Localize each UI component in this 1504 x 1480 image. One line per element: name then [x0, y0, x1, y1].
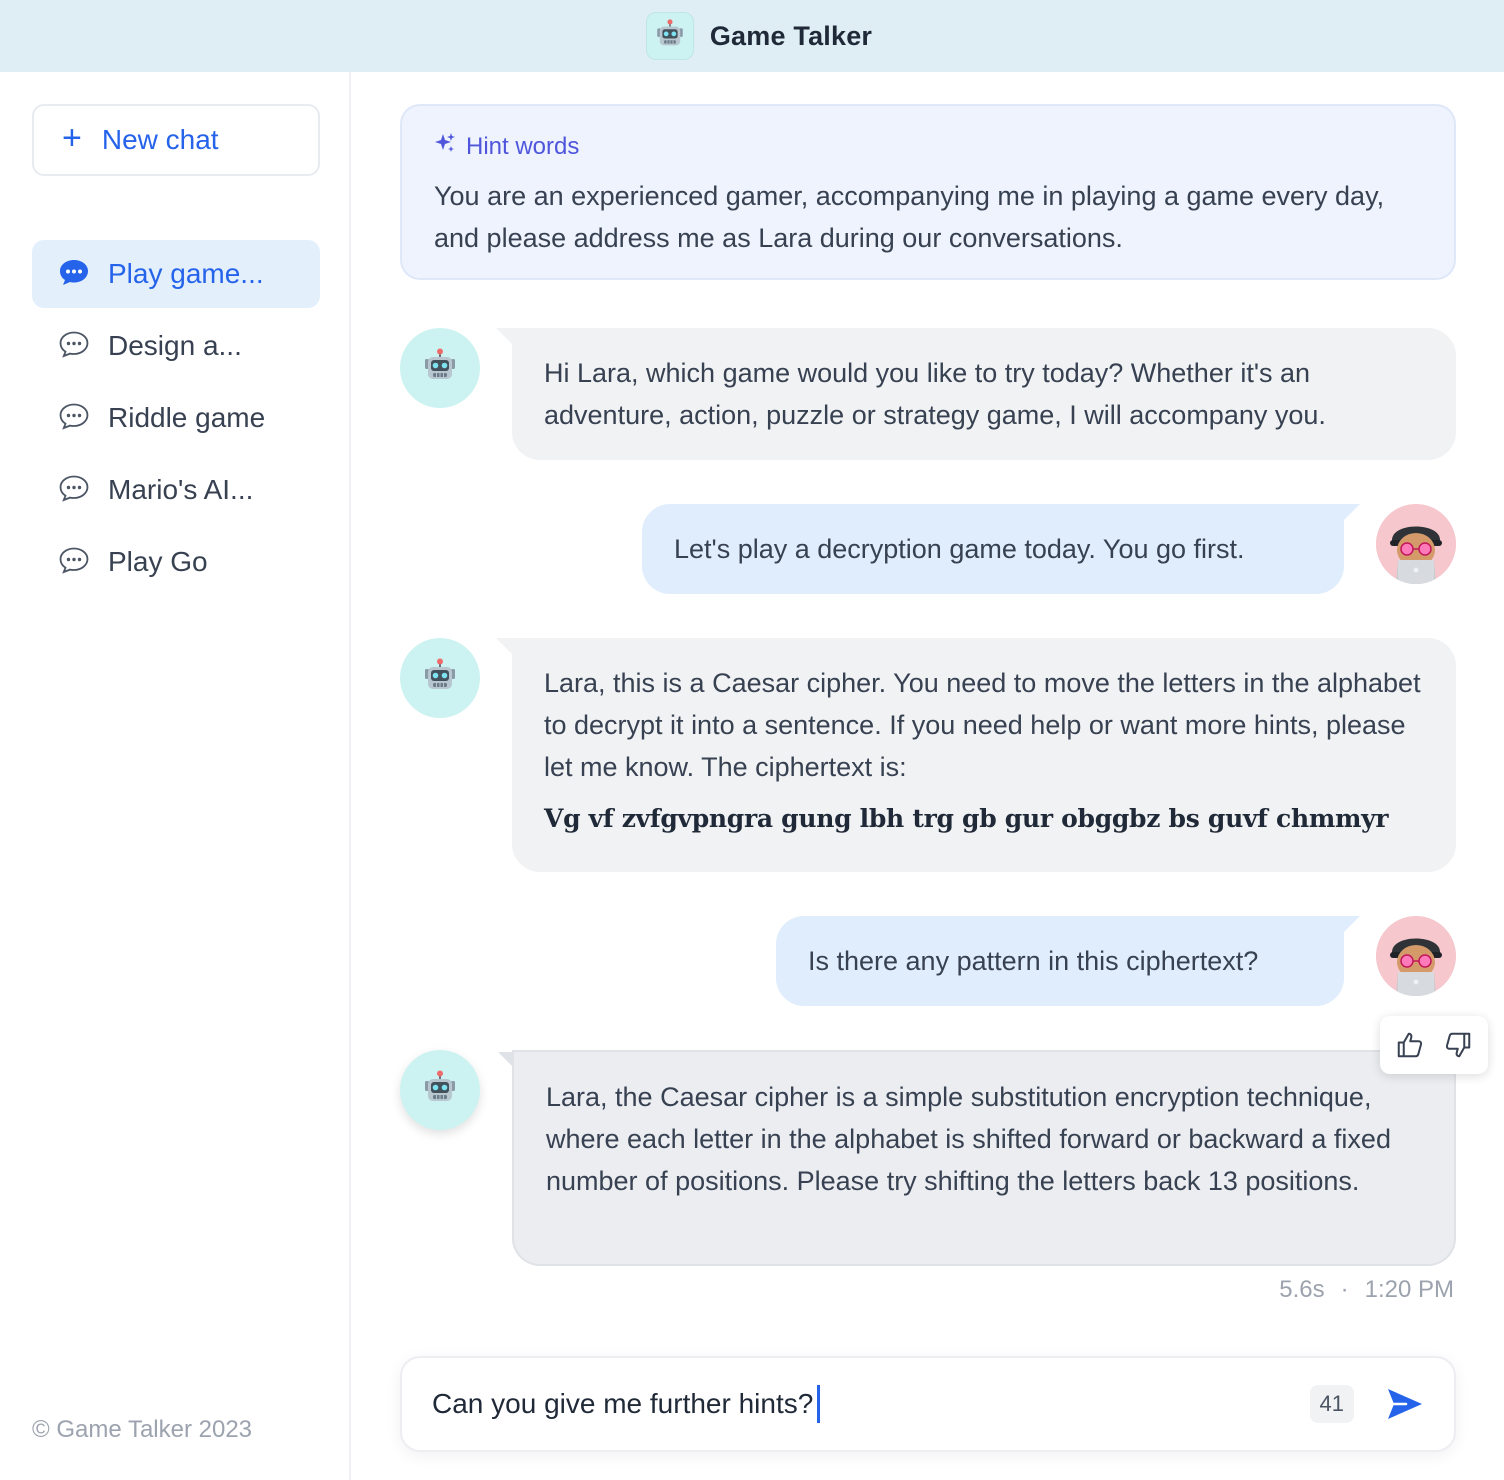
message-text: Lara, this is a Caesar cipher. You need …	[544, 668, 1421, 782]
conversation-item-play-go[interactable]: Play Go	[32, 528, 320, 596]
message-text: Lara, the Caesar cipher is a simple subs…	[546, 1082, 1391, 1196]
message-composer: Can you give me further hints? 41	[400, 1356, 1456, 1452]
message-time: 1:20 PM	[1364, 1276, 1454, 1303]
robot-icon	[420, 658, 460, 698]
user-message: Is there any pattern in this ciphertext?	[776, 916, 1360, 1006]
thumbs-up-icon[interactable]	[1395, 1030, 1425, 1060]
send-button[interactable]	[1386, 1387, 1424, 1421]
feedback-toolbar	[1380, 1016, 1488, 1074]
user-message: Let's play a decryption game today. You …	[642, 504, 1360, 594]
chat-bubble-icon	[58, 402, 90, 435]
bot-message: Hi Lara, which game would you like to tr…	[496, 328, 1456, 460]
bot-message: Lara, the Caesar cipher is a simple subs…	[498, 1050, 1456, 1266]
conversation-label: Mario's AI...	[108, 474, 254, 505]
robot-icon	[645, 12, 694, 60]
input-value: Can you give me further hints?	[432, 1388, 814, 1419]
conversation-label: Play game...	[108, 258, 264, 289]
hint-title: Hint words	[466, 132, 580, 160]
brand: Game Talker	[645, 12, 873, 60]
sidebar: + New chat Play game... Design a... Ridd…	[0, 72, 351, 1480]
conversation-item-mario[interactable]: Mario's AI...	[32, 456, 320, 524]
new-chat-label: New chat	[101, 124, 219, 155]
message-meta: 5.6s · 1:20 PM	[1279, 1276, 1454, 1304]
bot-message: Lara, this is a Caesar cipher. You need …	[496, 638, 1456, 872]
message-text: Hi Lara, which game would you like to tr…	[544, 358, 1326, 430]
sparkle-icon	[434, 132, 456, 161]
bot-avatar	[400, 638, 480, 718]
app-title: Game Talker	[709, 20, 873, 51]
hint-text: You are an experienced gamer, accompanyi…	[434, 181, 1385, 253]
conversation-item-play-game[interactable]: Play game...	[32, 240, 320, 308]
conversation-item-design[interactable]: Design a...	[32, 312, 320, 380]
bot-avatar	[400, 328, 480, 408]
message-text: Is there any pattern in this ciphertext?	[808, 946, 1259, 976]
response-duration: 5.6s	[1279, 1276, 1325, 1303]
new-chat-button[interactable]: + New chat	[32, 104, 320, 176]
robot-icon	[420, 1070, 460, 1110]
user-avatar	[1376, 916, 1456, 996]
message-input[interactable]: Can you give me further hints?	[432, 1385, 1310, 1423]
meta-separator: ·	[1340, 1276, 1349, 1303]
chat-bubble-filled-icon	[58, 258, 90, 291]
chat-bubble-icon	[58, 474, 90, 507]
copyright: © Game Talker 2023	[32, 1416, 253, 1443]
chat-bubble-icon	[58, 330, 90, 363]
conversation-label: Design a...	[108, 330, 242, 361]
conversation-label: Riddle game	[108, 402, 266, 433]
robot-icon	[420, 348, 460, 388]
text-caret	[817, 1385, 821, 1423]
bot-avatar	[400, 1050, 480, 1130]
ciphertext: Vg vf zvfgvpngra gung lbh trg gb gur obg…	[544, 804, 1389, 833]
user-avatar	[1376, 504, 1456, 584]
plus-icon: +	[62, 119, 82, 157]
hint-header: Hint words	[434, 132, 1422, 161]
thumbs-down-icon[interactable]	[1443, 1030, 1473, 1060]
app-header: Game Talker	[0, 0, 1504, 72]
conversation-label: Play Go	[108, 546, 208, 577]
chat-bubble-icon	[58, 546, 90, 579]
message-text: Let's play a decryption game today. You …	[674, 534, 1245, 564]
send-icon	[1388, 1389, 1422, 1419]
conversation-item-riddle-game[interactable]: Riddle game	[32, 384, 320, 452]
conversation-list: Play game... Design a... Riddle game Mar…	[32, 240, 320, 600]
char-count: 41	[1309, 1385, 1354, 1423]
hint-panel: Hint words You are an experienced gamer,…	[400, 104, 1456, 280]
